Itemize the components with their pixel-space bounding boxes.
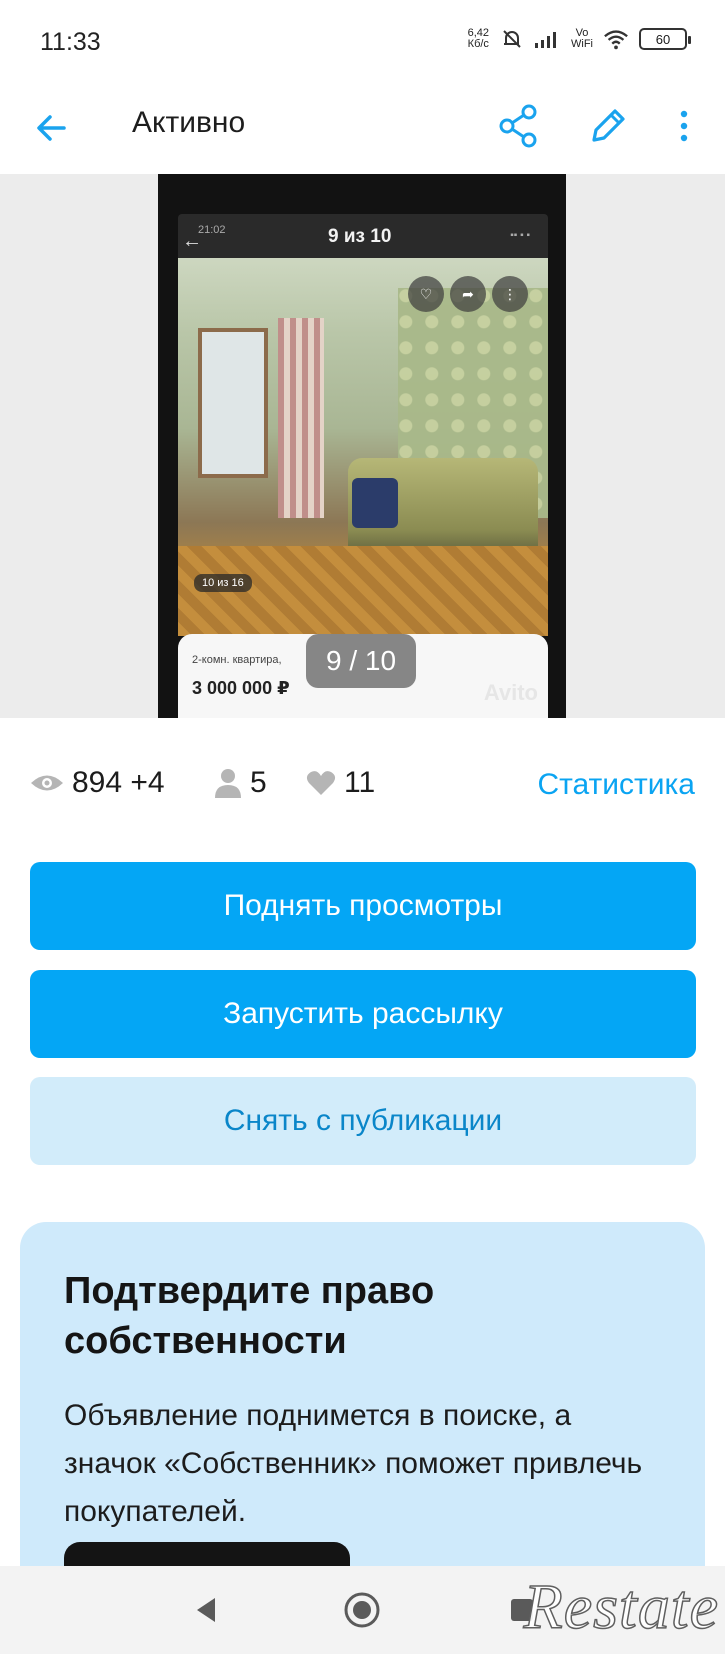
room-photo: ♡ ➦ ⋮ 10 из 16 — [178, 258, 548, 636]
wifi-icon — [603, 26, 629, 52]
start-mailing-button[interactable]: Запустить рассылку — [30, 970, 696, 1058]
inner-share-icon: ➦ — [450, 276, 486, 312]
person-icon — [215, 769, 241, 798]
unpublish-button[interactable]: Снять с публикации — [30, 1077, 696, 1165]
favorites-stat: 11 — [306, 766, 375, 800]
restate-watermark: Restate — [523, 1570, 719, 1643]
page-title: Активно — [132, 106, 246, 139]
share-icon[interactable] — [496, 102, 540, 150]
status-time: 11:33 — [40, 28, 101, 56]
inner-more-icon: ⋮ — [492, 276, 528, 312]
inner-screenshot-header: ← 21:02 9 из 10 ▪▪ ▪ ▪ — [178, 214, 548, 258]
edit-icon[interactable] — [584, 102, 632, 150]
signal-icon — [535, 26, 561, 52]
views-stat: 894 +4 — [30, 766, 165, 800]
promo-title: Подтвердите право собственности — [64, 1270, 435, 1362]
gallery-pager: 9 / 10 — [306, 634, 416, 688]
nav-home-icon[interactable] — [340, 1588, 384, 1632]
promo-text: Объявление поднимется в поиске, а значок… — [64, 1399, 643, 1528]
inner-heart-icon: ♡ — [408, 276, 444, 312]
arrow-back-icon[interactable] — [30, 106, 74, 150]
more-vertical-icon[interactable] — [670, 102, 698, 150]
status-bar: 11:33 6,42 Кб/с Vo WiFi 60 — [0, 0, 725, 88]
statistics-link[interactable]: Статистика — [537, 768, 695, 802]
heart-icon — [306, 771, 336, 795]
eye-icon — [31, 775, 63, 791]
battery-icon: 60 — [639, 28, 691, 50]
raise-views-button[interactable]: Поднять просмотры — [30, 862, 696, 950]
inner-status-icons: ▪▪ ▪ ▪ — [510, 230, 530, 241]
status-icons: 6,42 Кб/с Vo WiFi 60 — [467, 26, 691, 52]
network-speed: 6,42 Кб/с — [467, 27, 489, 50]
app-bar: Активно — [0, 88, 725, 174]
vowifi-label: Vo WiFi — [571, 27, 593, 50]
stats-row: 894 +4 5 11 Статистика — [0, 760, 725, 810]
nav-back-icon[interactable] — [184, 1588, 228, 1632]
mute-bell-icon — [499, 26, 525, 52]
contacts-stat: 5 — [214, 766, 267, 800]
